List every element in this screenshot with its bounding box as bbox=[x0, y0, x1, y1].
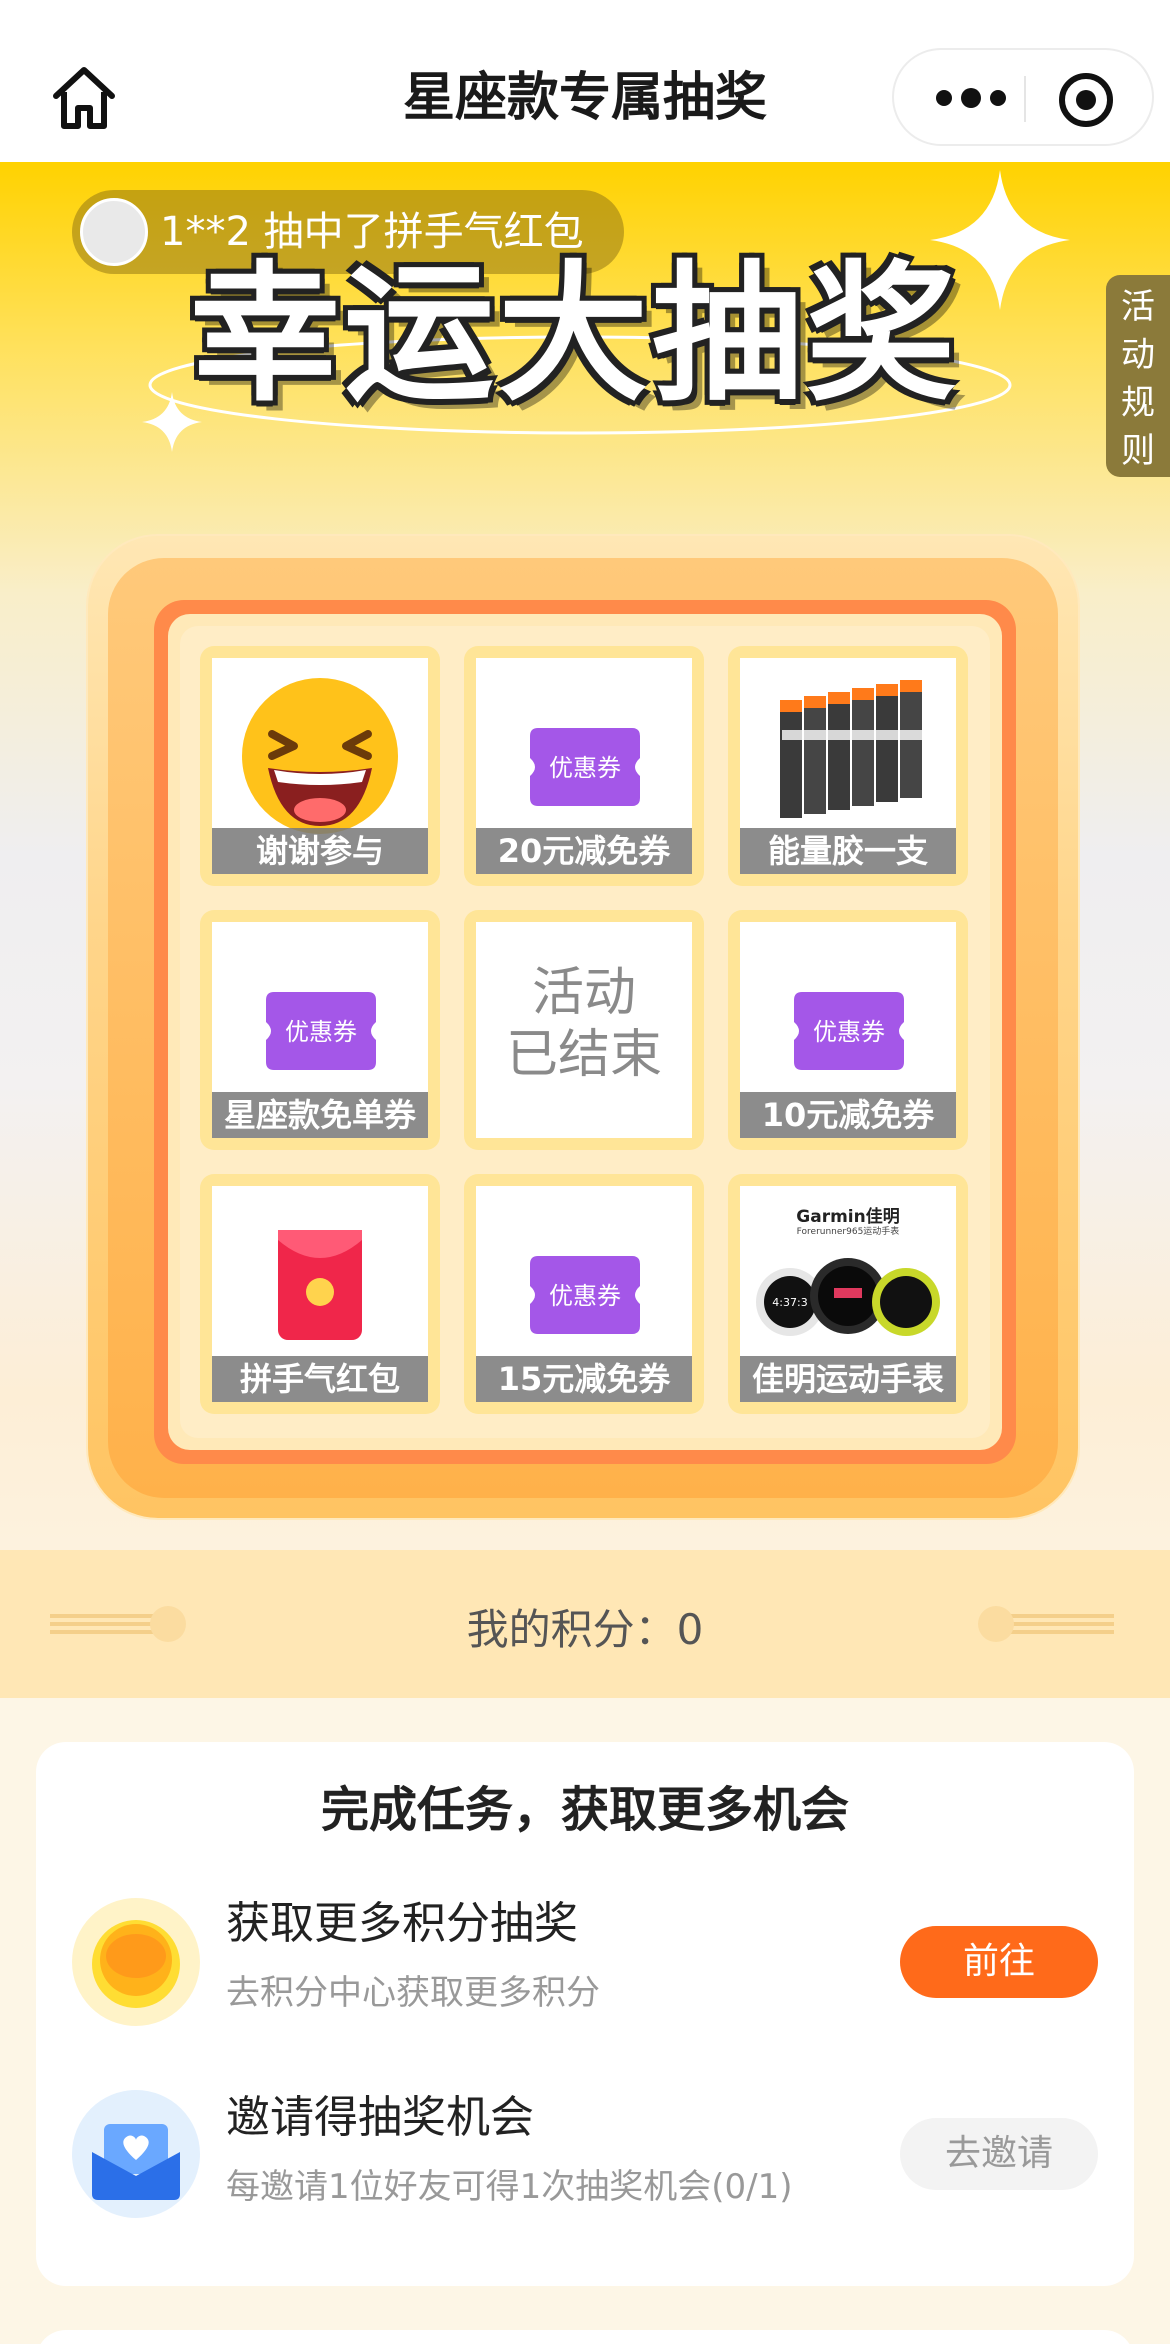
my-points: 我的积分：0 bbox=[466, 1605, 704, 1654]
more-dots-icon[interactable] bbox=[926, 70, 1016, 126]
task-name: 邀请得抽奖机会 bbox=[226, 2092, 534, 2143]
next-panel-edge bbox=[36, 2330, 1134, 2344]
task-panel-title: 完成任务，获取更多机会 bbox=[320, 1782, 849, 1838]
prize-cell-coupon-15: 优惠券 15元减免券 bbox=[464, 1174, 704, 1414]
rules-char: 则 bbox=[1121, 431, 1155, 471]
rules-char: 活 bbox=[1121, 287, 1155, 327]
task-desc: 每邀请1位好友可得1次抽奖机会(0/1) bbox=[226, 2167, 793, 2207]
task-panel: 完成任务，获取更多机会 获取更多积分抽奖 去积分中心获取更多积分 前往 邀请得抽… bbox=[36, 1742, 1134, 2286]
top-nav-bar: 星座款专属抽奖 bbox=[0, 0, 1170, 162]
red-envelope-icon bbox=[278, 1230, 362, 1340]
coin-icon bbox=[72, 1898, 200, 2026]
coupon-text: 优惠券 bbox=[285, 1018, 357, 1046]
activity-ended-line1: 活动 bbox=[531, 963, 636, 1023]
garmin-watch-image: 4:37:3 bbox=[756, 1258, 940, 1336]
prize-cell-center-status[interactable]: 活动 已结束 bbox=[464, 910, 704, 1150]
prize-cell-coupon-10: 优惠券 10元减免券 bbox=[728, 910, 968, 1150]
lucky-draw-title: 幸运大抽奖 bbox=[190, 248, 961, 422]
prize-label: 15元减免券 bbox=[476, 1356, 692, 1402]
prize-label: 10元减免券 bbox=[740, 1092, 956, 1138]
go-button[interactable]: 前往 bbox=[900, 1926, 1098, 1998]
task-desc: 去积分中心获取更多积分 bbox=[226, 1973, 600, 2013]
prize-cell-free-order: 优惠券 星座款免单券 bbox=[200, 910, 440, 1150]
coupon-text: 优惠券 bbox=[549, 1282, 621, 1310]
capsule-divider bbox=[1024, 76, 1026, 122]
mini-program-capsule bbox=[892, 48, 1154, 146]
task-name: 获取更多积分抽奖 bbox=[226, 1898, 578, 1949]
invite-envelope-icon bbox=[72, 2090, 200, 2218]
prize-label: 能量胶一支 bbox=[740, 828, 956, 874]
coupon-text: 优惠券 bbox=[813, 1018, 885, 1046]
prize-label: 星座款免单券 bbox=[212, 1092, 428, 1138]
coupon-text: 优惠券 bbox=[549, 754, 621, 782]
prize-label: 20元减免券 bbox=[476, 828, 692, 874]
prize-cell-garmin-watch: Garmin佳明 Forerunner965运动手表 4:37:3 佳明运动手表 bbox=[728, 1174, 968, 1414]
activity-rules-tab[interactable]: 活 动 规 则 bbox=[1106, 275, 1170, 477]
rules-char: 规 bbox=[1121, 383, 1155, 423]
avatar bbox=[80, 198, 148, 266]
coupon-icon: 优惠券 bbox=[530, 1256, 640, 1334]
prize-cell-thanks: 谢谢参与 bbox=[200, 646, 440, 886]
prize-label: 佳明运动手表 bbox=[740, 1356, 956, 1402]
watch-time-text: 4:37:3 bbox=[772, 1296, 807, 1309]
coupon-icon: 优惠券 bbox=[530, 728, 640, 806]
coupon-icon: 优惠券 bbox=[794, 992, 904, 1070]
energy-gel-image bbox=[780, 680, 922, 818]
rules-char: 动 bbox=[1121, 335, 1155, 375]
activity-ended-text: 活动 已结束 bbox=[476, 962, 692, 1086]
invite-button[interactable]: 去邀请 bbox=[900, 2118, 1098, 2190]
coupon-icon: 优惠券 bbox=[266, 992, 376, 1070]
activity-ended-line2: 已结束 bbox=[505, 1025, 662, 1085]
prize-cell-energy-gel: 能量胶一支 bbox=[728, 646, 968, 886]
prize-label: 谢谢参与 bbox=[212, 828, 428, 874]
prize-cell-red-envelope: 拼手气红包 bbox=[200, 1174, 440, 1414]
prize-cell-coupon-20: 优惠券 20元减免券 bbox=[464, 646, 704, 886]
target-circle-icon[interactable] bbox=[1056, 70, 1116, 130]
laughing-emoji-icon bbox=[242, 678, 398, 834]
prize-label: 拼手气红包 bbox=[212, 1356, 428, 1402]
garmin-sub-text: Forerunner965运动手表 bbox=[796, 1227, 900, 1237]
